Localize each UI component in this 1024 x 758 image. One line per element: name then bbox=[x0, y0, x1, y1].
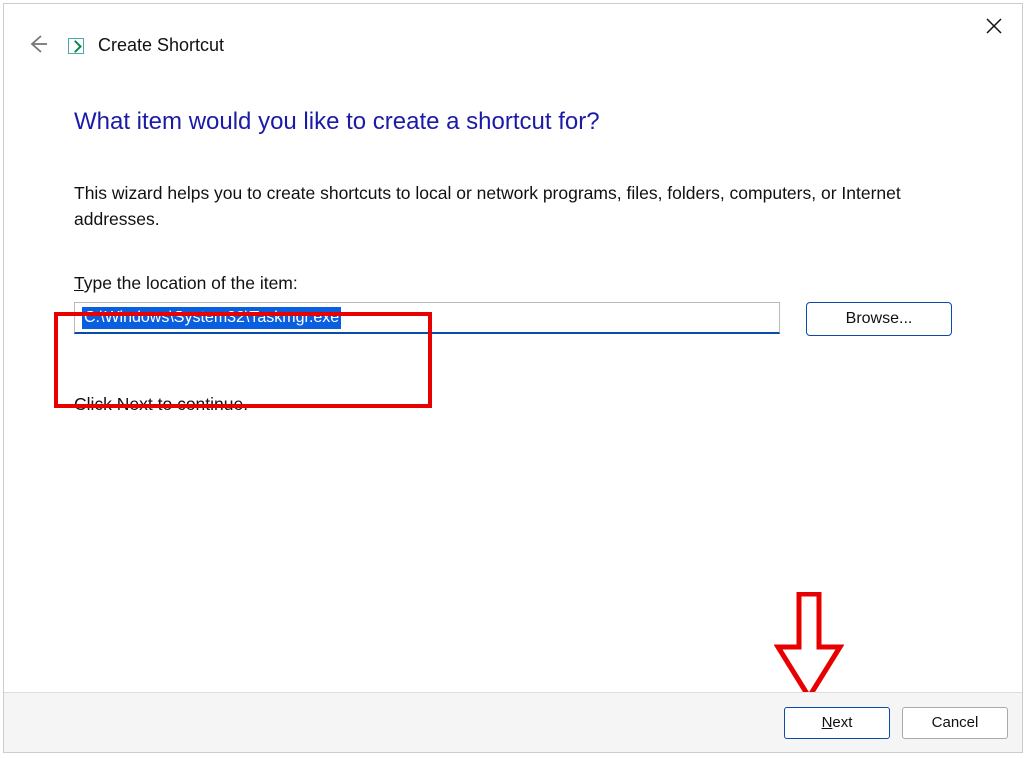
page-heading: What item would you like to create a sho… bbox=[74, 108, 952, 136]
location-input[interactable] bbox=[74, 302, 780, 334]
wizard-content: What item would you like to create a sho… bbox=[4, 68, 1022, 415]
annotation-arrow-icon bbox=[774, 592, 844, 702]
location-row: C:\Windows\System32\Taskmgr.exe Browse..… bbox=[74, 302, 952, 336]
close-button[interactable] bbox=[980, 12, 1008, 40]
shortcut-icon bbox=[68, 38, 84, 54]
window-title: Create Shortcut bbox=[98, 35, 224, 56]
title-bar: Create Shortcut bbox=[4, 4, 1022, 68]
wizard-footer: Next Cancel bbox=[4, 692, 1022, 752]
browse-button[interactable]: Browse... bbox=[806, 302, 952, 336]
back-arrow-icon bbox=[27, 33, 49, 55]
continue-hint: Click Next to continue. bbox=[74, 394, 952, 415]
create-shortcut-wizard: Create Shortcut What item would you like… bbox=[3, 3, 1023, 753]
back-button[interactable] bbox=[20, 26, 56, 62]
wizard-description: This wizard helps you to create shortcut… bbox=[74, 180, 952, 233]
next-button[interactable]: Next bbox=[784, 707, 890, 739]
location-label: Type the location of the item: bbox=[74, 273, 952, 294]
cancel-button[interactable]: Cancel bbox=[902, 707, 1008, 739]
close-icon bbox=[986, 18, 1002, 34]
